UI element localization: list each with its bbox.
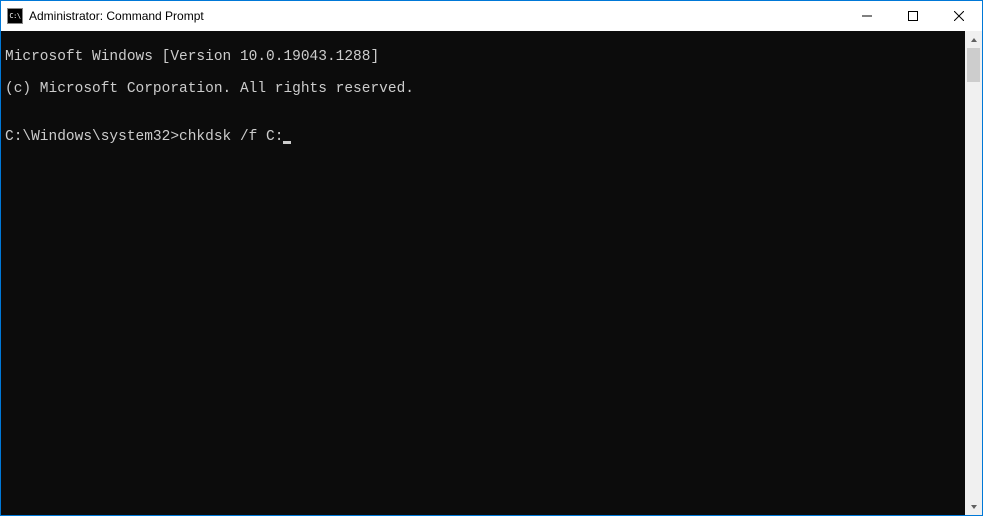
output-line: Microsoft Windows [Version 10.0.19043.12… [5, 49, 961, 65]
terminal-output[interactable]: Microsoft Windows [Version 10.0.19043.12… [1, 31, 965, 515]
close-icon [954, 11, 964, 21]
maximize-button[interactable] [890, 1, 936, 31]
window-title: Administrator: Command Prompt [29, 9, 204, 23]
output-line: (c) Microsoft Corporation. All rights re… [5, 81, 961, 97]
scroll-track[interactable] [965, 48, 982, 498]
close-button[interactable] [936, 1, 982, 31]
scroll-up-button[interactable] [965, 31, 982, 48]
prompt-line: C:\Windows\system32>chkdsk /f C: [5, 129, 961, 145]
text-cursor [283, 141, 291, 144]
scroll-thumb[interactable] [967, 48, 980, 82]
cmd-icon-label: C:\ [9, 13, 20, 20]
command-prompt-window: C:\ Administrator: Command Prompt Micros… [0, 0, 983, 516]
prompt-text: C:\Windows\system32> [5, 129, 179, 145]
command-input[interactable]: chkdsk /f C: [179, 129, 283, 145]
maximize-icon [908, 11, 918, 21]
window-controls [844, 1, 982, 31]
minimize-icon [862, 11, 872, 21]
scroll-down-button[interactable] [965, 498, 982, 515]
cmd-icon: C:\ [7, 8, 23, 24]
chevron-down-icon [970, 503, 978, 511]
titlebar[interactable]: C:\ Administrator: Command Prompt [1, 1, 982, 31]
vertical-scrollbar[interactable] [965, 31, 982, 515]
client-area: Microsoft Windows [Version 10.0.19043.12… [1, 31, 982, 515]
minimize-button[interactable] [844, 1, 890, 31]
chevron-up-icon [970, 36, 978, 44]
